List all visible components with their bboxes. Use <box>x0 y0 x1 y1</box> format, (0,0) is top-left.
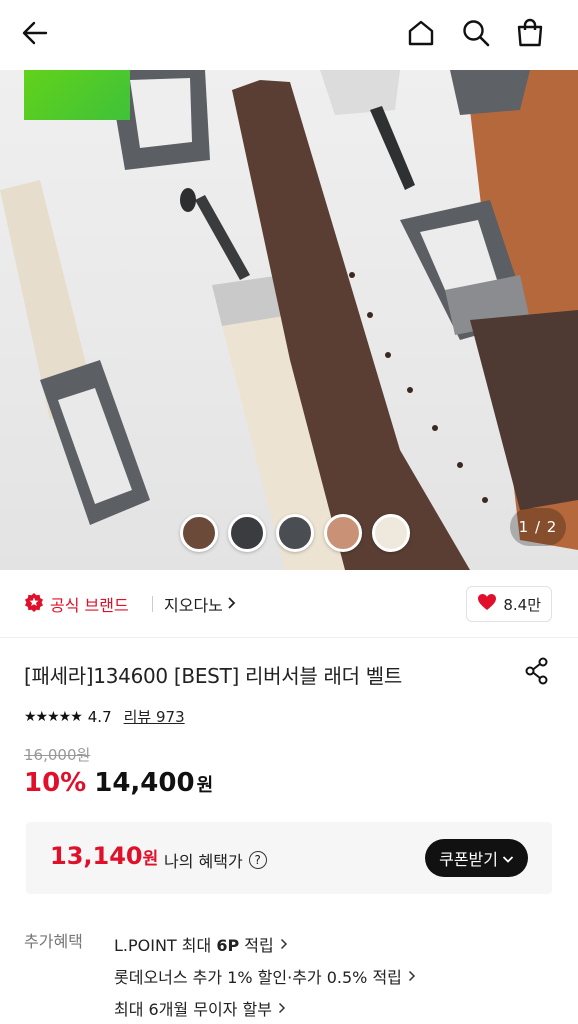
review-link[interactable]: 리뷰 973 <box>124 706 185 727</box>
question-icon[interactable]: ? <box>248 851 267 869</box>
like-count: 8.4만 <box>503 595 541 614</box>
color-swatches <box>180 514 410 552</box>
chevron-right-icon <box>408 967 416 986</box>
search-icon[interactable] <box>459 16 493 50</box>
original-price: 16,000원 <box>24 746 91 764</box>
coupon-button[interactable]: 쿠폰받기 <box>425 839 528 877</box>
color-swatch[interactable] <box>276 514 314 552</box>
home-icon[interactable] <box>404 16 438 50</box>
rating-score: 4.7 <box>87 707 112 726</box>
extra-benefits-label: 추가혜택 <box>24 932 83 951</box>
chevron-down-icon <box>502 849 514 868</box>
color-swatch[interactable] <box>228 514 266 552</box>
color-swatch[interactable] <box>180 514 218 552</box>
arrow-left-icon[interactable] <box>18 16 52 50</box>
chevron-right-icon <box>280 935 288 954</box>
official-brand-label: 공식 브랜드 <box>50 596 129 615</box>
extra-benefit-text: 롯데오너스 추가 1% 할인·추가 0.5% 적립 <box>114 968 402 987</box>
like-button[interactable]: 8.4만 <box>466 586 552 622</box>
benefit-price-box: 13,140원 나의 혜택가 ? 쿠폰받기 <box>26 822 552 894</box>
rating-stars: ★★★★★ <box>24 708 83 725</box>
extra-benefit-text: 최대 6개월 무이자 할부 <box>114 1000 272 1019</box>
extra-benefits-list: L.POINT 최대 6P 적립 롯데오너스 추가 1% 할인·추가 0.5% … <box>114 928 416 1024</box>
official-star-icon <box>24 592 44 616</box>
price-row: 10% 14,400 원 <box>24 768 213 798</box>
benefit-price-value: 13,140 <box>50 842 143 870</box>
benefit-price-currency: 원 <box>142 849 159 869</box>
chevron-right-icon <box>227 595 237 614</box>
chevron-right-icon <box>278 999 286 1018</box>
official-brand-badge: 공식 브랜드 <box>24 592 129 616</box>
extra-benefit-item[interactable]: L.POINT 최대 6P 적립 <box>114 928 416 960</box>
promo-badge <box>24 70 130 120</box>
product-title: [패세라]134600 [BEST] 리버서블 래더 벨트 <box>24 664 402 688</box>
brand-link[interactable]: 지오다노 <box>164 592 237 616</box>
discount-rate: 10% <box>24 768 87 798</box>
extra-benefit-item[interactable]: 롯데오너스 추가 1% 할인·추가 0.5% 적립 <box>114 960 416 992</box>
image-page-indicator: 1 / 2 <box>510 508 566 546</box>
sale-price: 14,400 <box>94 768 195 798</box>
extra-benefit-text: L.POINT 최대 6P 적립 <box>114 932 274 956</box>
divider <box>152 596 153 612</box>
brand-row: 공식 브랜드 지오다노 8.4만 <box>0 570 578 638</box>
share-icon[interactable] <box>522 656 552 690</box>
rating-row: ★★★★★ 4.7 리뷰 973 <box>24 706 185 727</box>
benefit-label-text: 나의 혜택가 <box>164 852 243 871</box>
color-swatch[interactable] <box>372 514 410 552</box>
benefit-bold: 6P <box>216 936 240 955</box>
benefit-label: 나의 혜택가 ? <box>164 848 267 872</box>
coupon-button-label: 쿠폰받기 <box>439 850 498 869</box>
benefit-suffix: 적립 <box>239 936 274 955</box>
extra-benefit-item[interactable]: 최대 6개월 무이자 할부 <box>114 992 416 1024</box>
shopping-bag-icon[interactable] <box>513 16 547 50</box>
top-navigation-bar <box>0 0 578 70</box>
sale-price-currency: 원 <box>196 775 214 796</box>
benefit-price: 13,140원 <box>50 842 158 870</box>
benefit-prefix: L.POINT 최대 <box>114 936 217 955</box>
color-swatch[interactable] <box>324 514 362 552</box>
product-image-carousel[interactable]: 1 / 2 <box>0 70 578 570</box>
brand-name: 지오다노 <box>164 596 223 615</box>
belts-photo <box>0 70 578 570</box>
heart-icon <box>477 593 497 615</box>
